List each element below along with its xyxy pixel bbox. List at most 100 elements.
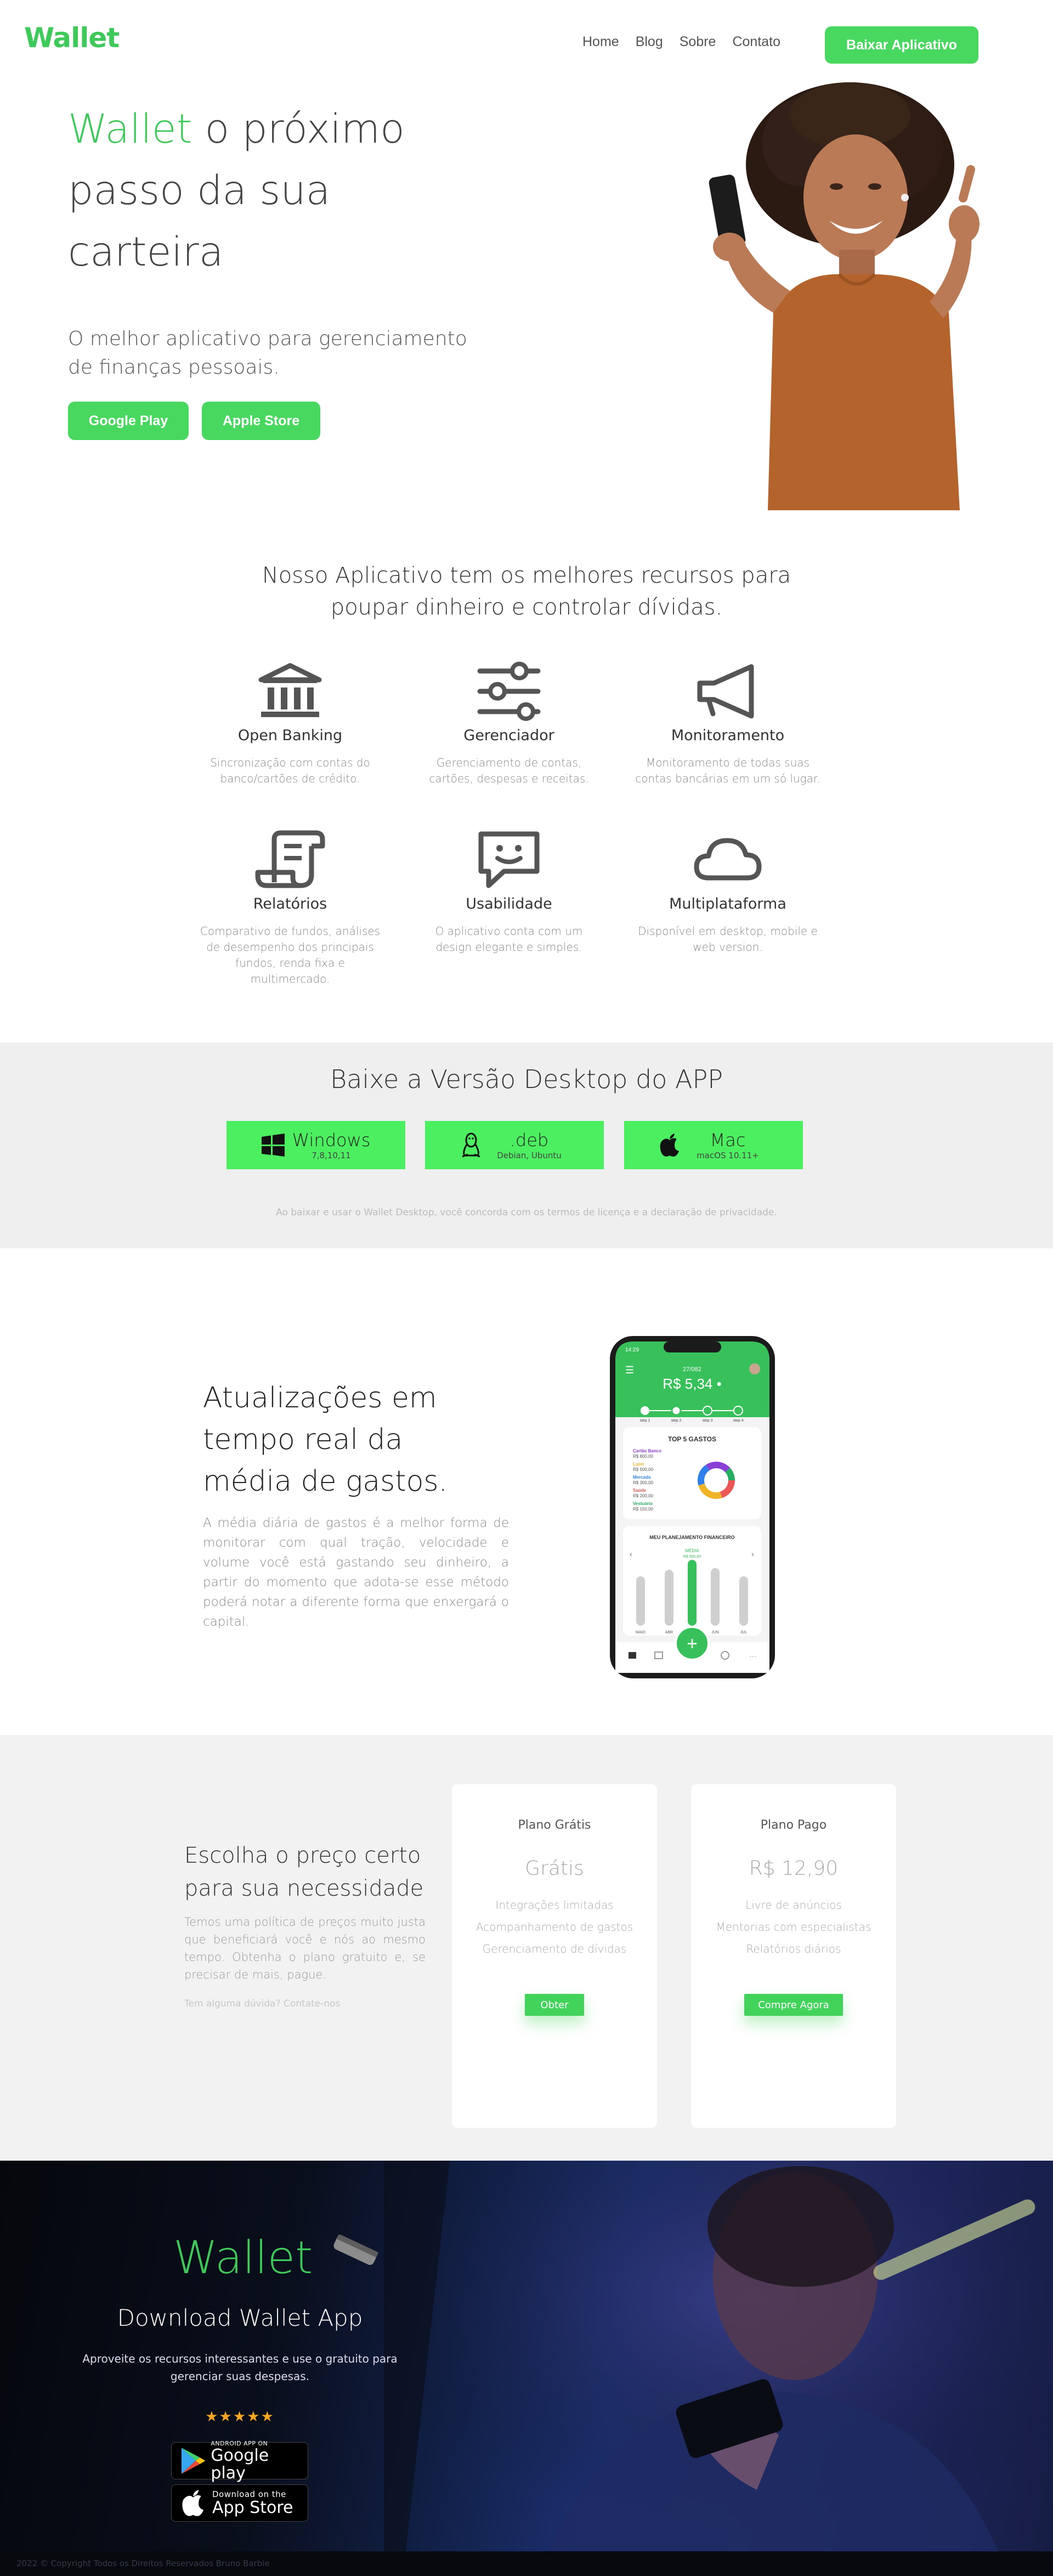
svg-text:···: ···	[749, 1651, 757, 1660]
planning-value: R$ 500,00	[683, 1555, 701, 1559]
deb-distros: Debian, Ubuntu	[497, 1151, 562, 1160]
hero-subtitle: O melhor aplicativo para gerenciamento d…	[68, 328, 467, 379]
plan-name: Plano Pago	[760, 1818, 827, 1832]
feature-relatorios: Relatórios Comparativo de fundos, anális…	[197, 830, 383, 987]
feature-gerenciador: Gerenciador Gerenciamento de contas, car…	[416, 661, 602, 787]
bank-icon	[258, 663, 322, 717]
plan-feature: Integrações limitadas	[495, 1898, 614, 1912]
background-photo	[384, 2161, 1053, 2551]
planning-title: MEU PLANEJAMENTO FINANCEIRO	[649, 1535, 734, 1540]
feature-title: Usabilidade	[466, 895, 552, 912]
logo[interactable]: Wallet	[24, 22, 120, 54]
plan-feature: Mentorias com especialistas	[716, 1920, 871, 1934]
chat-smile-icon	[478, 831, 540, 888]
top-spend-label: Lazer	[633, 1462, 644, 1467]
google-play-button[interactable]: Google Play	[68, 402, 189, 440]
feature-text: Comparativo de fundos, análises de desem…	[200, 925, 381, 985]
apple-store-button[interactable]: Apple Store	[202, 402, 320, 440]
top-spend-value: R$ 200,00	[633, 1493, 653, 1498]
month-label: ABR	[665, 1631, 673, 1634]
plan-feature: Gerenciamento de dívidas	[482, 1942, 627, 1955]
svg-text:☰: ☰	[625, 1365, 634, 1376]
mac-download-button[interactable]: Mac macOS 10.11+	[624, 1121, 803, 1169]
planning-label: MÉDIA	[685, 1548, 699, 1553]
feature-monitoramento: Monitoramento Monitoramento de todas sua…	[635, 661, 821, 787]
pricing-text: Temos uma política de preços muito justa…	[184, 1915, 426, 1981]
nav-sobre[interactable]: Sobre	[680, 34, 716, 50]
feature-title: Monitoramento	[671, 727, 785, 744]
top-spend-label: Cartão Banco	[633, 1448, 661, 1453]
footer-logo: Wallet	[173, 2232, 313, 2284]
download-app-button[interactable]: Baixar Aplicativo	[825, 26, 978, 64]
windows-label: Windows	[292, 1130, 371, 1151]
month-label: JUN	[711, 1631, 719, 1634]
app-store-badge[interactable]: Download on the App Store	[171, 2484, 308, 2522]
get-free-plan-button[interactable]: Obter	[525, 1994, 584, 2016]
top-spend-label: Mercado	[633, 1475, 651, 1480]
plan-price: Grátis	[525, 1857, 584, 1880]
buy-now-button[interactable]: Compre Agora	[744, 1994, 843, 2016]
feature-text: Monitoramento de todas suas contas bancá…	[635, 756, 820, 785]
plan-feature: Livre de anúncios	[745, 1898, 842, 1912]
top-spend-title: TOP 5 GASTOS	[668, 1435, 716, 1443]
plan-card-paid: Plano Pago R$ 12,90 Livre de anúncios Me…	[691, 1784, 896, 2128]
top-spend-value: R$ 150,00	[633, 1507, 653, 1512]
cloud-icon	[694, 838, 762, 881]
feature-usabilidade: Usabilidade O aplicativo conta com um de…	[416, 830, 602, 955]
contact-link[interactable]: Tem alguma dúvida? Contate-nos	[184, 1998, 340, 2009]
phone-time: 14:29	[625, 1347, 639, 1353]
feature-title: Gerenciador	[463, 727, 554, 744]
feature-title: Multiplataforma	[669, 895, 786, 912]
hero-woman-image	[709, 82, 980, 510]
pricing-title: Escolha o preço certo para sua necessida…	[184, 1843, 424, 1901]
linux-icon	[462, 1132, 480, 1158]
google-play-big: Google play	[211, 2445, 269, 2483]
windows-icon	[262, 1134, 285, 1157]
plan-card-free: Plano Grátis Grátis Integrações limitada…	[452, 1784, 657, 2128]
apple-icon	[660, 1134, 679, 1157]
app-store-big: App Store	[212, 2498, 293, 2517]
phone-mockup: 14:29 ☰ 27/082 R$ 5,34 • step 1 step 2 s…	[610, 1336, 775, 1678]
feature-multiplataforma: Multiplataforma Disponível em desktop, m…	[635, 830, 821, 955]
rating-stars: ★★★★★	[205, 2409, 275, 2425]
footer-text: Aproveite os recursos interessantes e us…	[82, 2352, 398, 2383]
feature-text: Disponível em desktop, mobile e web vers…	[638, 925, 818, 954]
main-nav: Home Blog Sobre Contato	[582, 34, 780, 50]
hero-title: Wallet o próximo passo da sua carteira	[68, 99, 463, 283]
svg-text:‹: ‹	[630, 1549, 632, 1558]
phone-step: step 3	[702, 1419, 712, 1423]
svg-text:+: +	[687, 1633, 698, 1654]
plan-price: R$ 12,90	[749, 1857, 839, 1880]
windows-download-button[interactable]: Windows 7,8,10,11	[227, 1121, 405, 1169]
apple-icon	[182, 2490, 204, 2516]
phone-date: 27/082	[683, 1366, 701, 1373]
windows-versions: 7,8,10,11	[312, 1151, 351, 1160]
top-spend-label: Vestuário	[633, 1501, 653, 1506]
plan-feature: Relatórios diários	[746, 1942, 841, 1955]
feature-text: Gerenciamento de contas, cartões, despes…	[429, 756, 589, 785]
features-title: Nosso Aplicativo tem os melhores recurso…	[262, 563, 791, 620]
nav-contato[interactable]: Contato	[732, 34, 780, 50]
phone-balance: R$ 5,34 •	[663, 1376, 721, 1392]
hero-buttons: Google Play Apple Store	[68, 402, 320, 440]
footer-download-section: Wallet Download Wallet App Aproveite os …	[0, 2161, 1053, 2551]
sliders-icon	[477, 662, 541, 721]
svg-text:›: ›	[751, 1549, 754, 1558]
mac-label: Mac	[710, 1130, 746, 1151]
updates-title: Atualizações em tempo real da média de g…	[203, 1382, 448, 1498]
month-label: JUL	[740, 1631, 748, 1634]
nav-home[interactable]: Home	[582, 34, 619, 50]
deb-download-button[interactable]: .deb Debian, Ubuntu	[425, 1121, 604, 1169]
feature-title: Relatórios	[253, 895, 327, 912]
desktop-title: Baixe a Versão Desktop do APP	[330, 1064, 723, 1094]
phone-step: step 2	[671, 1419, 681, 1423]
month-label: MAIO	[636, 1631, 646, 1634]
license-note: Ao baixar e usar o Wallet Desktop, você …	[276, 1207, 777, 1218]
google-play-badge[interactable]: ANDROID APP ON Google play	[171, 2440, 308, 2483]
site-header: Wallet Home Blog Sobre Contato Baixar Ap…	[0, 0, 1053, 82]
nav-blog[interactable]: Blog	[636, 34, 663, 50]
top-spend-label: Saúde	[633, 1488, 647, 1493]
phone-step: step 4	[733, 1419, 743, 1423]
receipt-icon	[255, 830, 325, 888]
top-spend-value: R$ 300,00	[633, 1480, 653, 1485]
